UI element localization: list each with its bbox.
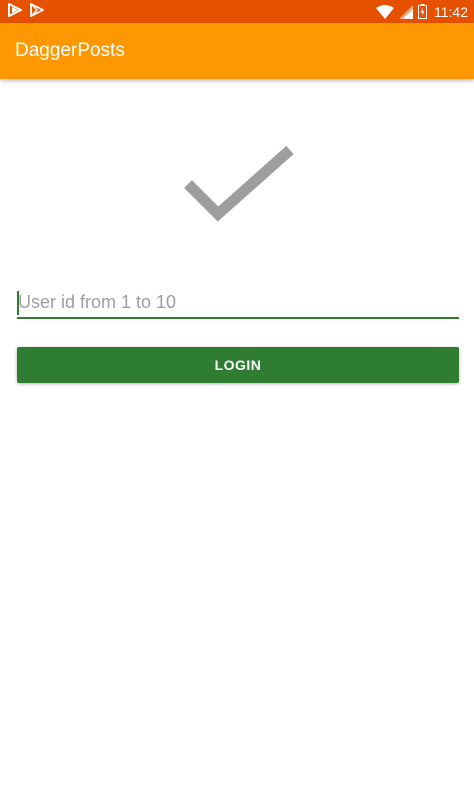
- status-notifications: [8, 3, 44, 17]
- notification-app-icon: [8, 3, 22, 17]
- status-bar: 11:42: [0, 0, 474, 23]
- play-store-icon: [30, 3, 44, 17]
- user-id-field-container: [17, 287, 460, 319]
- user-id-input-underline: [17, 317, 459, 319]
- status-system-icons: 11:42: [376, 0, 468, 23]
- app-title: DaggerPosts: [15, 40, 125, 61]
- wifi-icon: [376, 4, 394, 19]
- login-button[interactable]: LOGIN: [17, 347, 459, 383]
- battery-icon: [418, 4, 427, 19]
- signal-icon: [399, 4, 413, 19]
- checkmark-icon: [182, 144, 296, 232]
- text-cursor: [17, 291, 19, 315]
- status-time: 11:42: [434, 3, 468, 20]
- user-id-input[interactable]: [17, 287, 460, 317]
- login-screen: 11:42 DaggerPosts LOGIN: [0, 0, 474, 793]
- app-bar: DaggerPosts: [0, 23, 474, 79]
